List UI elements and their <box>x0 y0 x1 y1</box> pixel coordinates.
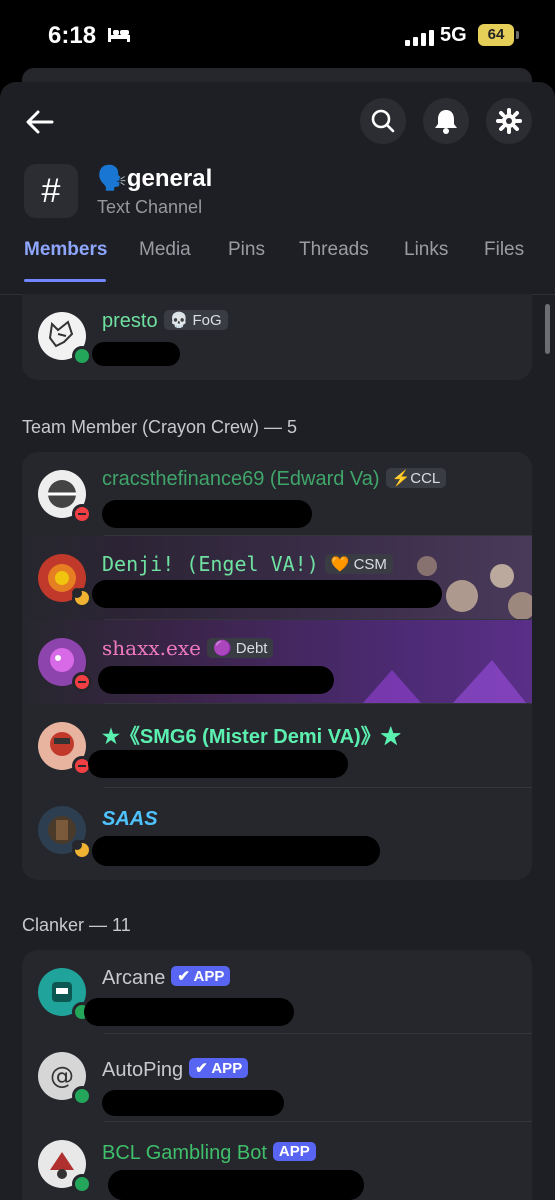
member-name-text: cracsthefinance69 (Edward Va) <box>102 468 380 490</box>
member-row[interactable]: @ AutoPing ✔ APP <box>22 1034 532 1122</box>
member-row[interactable]: Denji! (Engel VA!) 🧡 CSM <box>22 536 532 620</box>
member-name: Arcane ✔ APP <box>102 966 231 990</box>
status-online <box>72 1086 92 1106</box>
tab-files[interactable]: Files <box>484 239 524 261</box>
member-row[interactable]: cracsthefinance69 (Edward Va) ⚡CCL <box>22 452 532 536</box>
channel-type: Text Channel <box>97 197 203 217</box>
member-row[interactable]: BCL Gambling Bot APP <box>22 1122 532 1200</box>
member-name: AutoPing ✔ APP <box>102 1058 249 1082</box>
settings-button[interactable] <box>486 98 532 144</box>
member-name-text: ★《SMG6 (Mister Demi VA)》★ <box>102 726 401 748</box>
active-tab-indicator <box>24 279 106 282</box>
tab-threads[interactable]: Threads <box>299 239 369 261</box>
member-name: BCL Gambling Bot APP <box>102 1142 316 1165</box>
notifications-button[interactable] <box>423 98 469 144</box>
role-tag: 🟣 Debt <box>206 638 274 658</box>
member-name-text: shaxx.exe <box>102 636 201 660</box>
member-name: SAAS <box>102 808 158 831</box>
section-header-team: Team Member (Crayon Crew) — 5 <box>22 417 298 437</box>
status-idle <box>72 588 92 608</box>
app-badge: ✔ APP <box>189 1058 249 1078</box>
role-tag: ⚡CCL <box>385 468 447 488</box>
signal-icon <box>405 30 434 46</box>
channel-name-text: general <box>126 165 213 192</box>
redaction <box>102 500 312 528</box>
member-name: shaxx.exe 🟣 Debt <box>102 636 274 661</box>
status-idle <box>72 840 92 860</box>
redaction <box>84 998 294 1026</box>
app-badge: APP <box>272 1142 316 1161</box>
member-name: ★《SMG6 (Mister Demi VA)》★ <box>102 720 401 749</box>
tab-bar: Members Media Pins Threads Links Files <box>0 239 555 281</box>
search-icon <box>371 109 395 133</box>
svg-text:@: @ <box>50 1062 74 1090</box>
member-row[interactable]: SAAS <box>22 788 532 880</box>
member-name-text: AutoPing <box>102 1059 184 1081</box>
section-header-clanker: Clanker — 11 <box>22 915 131 935</box>
member-name: Denji! (Engel VA!) 🧡 CSM <box>102 552 393 577</box>
redaction <box>88 750 348 778</box>
member-row[interactable]: ★《SMG6 (Mister Demi VA)》★ <box>22 704 532 788</box>
member-row[interactable]: shaxx.exe 🟣 Debt <box>22 620 532 704</box>
channel-hash-icon: # <box>24 164 78 218</box>
status-online <box>72 346 92 366</box>
network-type: 5G <box>440 24 467 46</box>
member-name: presto 💀 FoG <box>102 310 228 333</box>
tab-links[interactable]: Links <box>404 239 448 261</box>
redaction <box>92 580 442 608</box>
member-row-presto[interactable]: presto 💀 FoG <box>22 294 532 378</box>
channel-info-sheet: # 🗣️general Text Channel Members Media P… <box>0 82 555 1200</box>
member-row[interactable]: Arcane ✔ APP <box>22 950 532 1034</box>
member-name-text: SAAS <box>102 808 158 830</box>
member-name-text: Arcane <box>102 967 166 989</box>
bell-icon <box>435 110 457 134</box>
tab-pins[interactable]: Pins <box>228 239 265 261</box>
redaction <box>98 666 334 694</box>
member-name-text: presto <box>102 310 158 332</box>
member-name-text: BCL Gambling Bot <box>102 1142 267 1164</box>
status-dnd <box>72 504 92 524</box>
scrollbar[interactable] <box>545 304 550 354</box>
app-badge: ✔ APP <box>171 966 231 986</box>
redaction <box>92 342 180 366</box>
search-button[interactable] <box>360 98 406 144</box>
battery-icon: 64 <box>478 24 519 46</box>
gear-icon <box>496 108 522 134</box>
redaction <box>92 836 380 866</box>
sleep-focus-icon <box>108 28 130 42</box>
channel-name: 🗣️general <box>97 164 212 193</box>
role-tag: 💀 FoG <box>163 310 228 330</box>
member-name: cracsthefinance69 (Edward Va) ⚡CCL <box>102 468 447 491</box>
member-card-top: presto 💀 FoG <box>22 294 532 380</box>
channel-emoji: 🗣️ <box>97 165 127 192</box>
redaction <box>108 1170 364 1200</box>
status-bar: 6:18 5G 64 <box>0 0 555 70</box>
tab-members[interactable]: Members <box>24 239 107 261</box>
role-tag: 🧡 CSM <box>324 554 393 574</box>
redaction <box>102 1090 284 1116</box>
status-time: 6:18 <box>48 22 97 49</box>
member-card-clanker: Arcane ✔ APP @ AutoPing ✔ APP BCL Gambling… <box>22 950 532 1200</box>
tab-media[interactable]: Media <box>139 239 191 261</box>
member-name-text: Denji! (Engel VA!) <box>102 552 319 576</box>
member-card-team: cracsthefinance69 (Edward Va) ⚡CCL Denji!… <box>22 452 532 880</box>
status-online <box>72 1174 92 1194</box>
status-dnd <box>72 672 92 692</box>
back-arrow-icon[interactable] <box>22 104 58 140</box>
